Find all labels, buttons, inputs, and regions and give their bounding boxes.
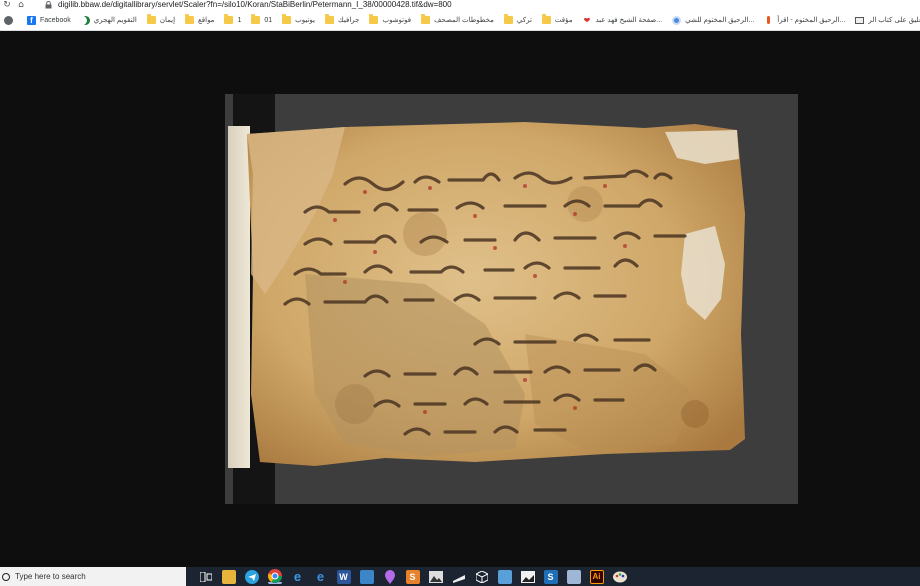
manuscript-image[interactable] — [225, 94, 798, 504]
bookmark-label: التعليق على كتاب الر... — [868, 17, 920, 24]
pin-icon — [764, 16, 773, 25]
bookmark-label: 1 — [237, 16, 242, 24]
folder-icon — [541, 14, 551, 25]
bookmark-label: 01 — [264, 16, 273, 24]
bookmarks-bar: f Facebook التقويم الهجري إيمان مواقع 1 … — [0, 10, 920, 31]
bookmark-folder-manuscripts[interactable]: مخطوطات المصحف — [421, 14, 494, 25]
3d-cube-icon[interactable] — [475, 570, 489, 584]
word-icon[interactable]: W — [336, 569, 351, 584]
bookmark-label: صفحة الشيخ فهد عبد... — [595, 17, 663, 24]
folder-icon — [421, 14, 431, 25]
taskbar-apps: e e W S S Ai — [194, 568, 631, 584]
folder-icon — [224, 14, 234, 25]
bookmark-folder-graphic[interactable]: جرافيك — [324, 14, 360, 25]
gallery-icon[interactable] — [520, 570, 535, 584]
bookmark-label: إيمان — [159, 17, 176, 24]
telegram-icon[interactable] — [244, 569, 259, 584]
site-icon — [672, 15, 682, 25]
manuscript-scan — [225, 94, 798, 504]
store-s-icon[interactable]: S — [543, 569, 558, 584]
folder-icon — [282, 14, 292, 25]
address-bar: ↻ ⌂ digilib.bbaw.de/digitallibrary/servl… — [0, 0, 920, 10]
folder-icon — [146, 14, 156, 25]
home-icon[interactable]: ⌂ — [14, 0, 28, 10]
bookmark-label: مؤقت — [554, 17, 573, 24]
url-field[interactable]: digilib.bbaw.de/digitallibrary/servlet/S… — [58, 0, 452, 10]
folder-icon — [324, 14, 334, 25]
windows-taskbar: Type here to search e e W S S Ai — [0, 567, 920, 586]
lock-icon[interactable] — [44, 1, 52, 9]
photos-icon[interactable] — [428, 570, 443, 584]
edge-icon[interactable]: e — [291, 569, 305, 584]
image-app-icon[interactable] — [566, 569, 581, 584]
bookmark-globe[interactable] — [4, 15, 17, 25]
monitor-icon[interactable] — [497, 569, 512, 584]
chrome-icon[interactable] — [267, 568, 282, 584]
bookmark-folder-01[interactable]: 01 — [251, 14, 273, 25]
maps-pin-icon[interactable] — [383, 569, 397, 584]
bookmark-label: التقويم الهجري — [93, 17, 137, 24]
bookmark-label: فوتوشوب — [382, 17, 412, 24]
search-placeholder: Type here to search — [15, 572, 86, 581]
bookmark-folder-temp[interactable]: مؤقت — [541, 14, 573, 25]
folder-icon — [503, 14, 513, 25]
bookmark-sheikh-page[interactable]: ❤ صفحة الشيخ فهد عبد... — [583, 15, 663, 25]
bookmark-commentary[interactable]: التعليق على كتاب الر... — [855, 16, 920, 25]
photo-viewer-icon[interactable] — [359, 569, 374, 584]
reload-icon[interactable]: ↻ — [0, 0, 14, 10]
globe-icon — [4, 15, 13, 25]
internet-explorer-icon[interactable]: e — [314, 569, 328, 584]
folder-icon — [369, 14, 379, 25]
scanner-icon[interactable] — [452, 570, 466, 584]
bookmark-facebook[interactable]: f Facebook — [27, 15, 71, 25]
snagit-icon[interactable]: S — [405, 569, 420, 584]
folder-icon — [185, 14, 195, 25]
book-icon — [855, 16, 865, 25]
crescent-icon — [81, 16, 90, 25]
image-viewer — [0, 32, 920, 567]
bookmark-label: الرحيق المختوم للشي... — [685, 17, 755, 24]
bookmark-folder-youtube[interactable]: يوتيوب — [282, 14, 315, 25]
paint-palette-icon[interactable] — [612, 570, 627, 584]
task-view-icon[interactable] — [199, 570, 213, 584]
bookmark-raheeq-1[interactable]: الرحيق المختوم للشي... — [672, 15, 755, 25]
folder-icon — [251, 14, 261, 25]
bookmark-label: مواقع — [198, 17, 215, 24]
bookmark-label: تركي — [516, 17, 532, 24]
bookmark-label: جرافيك — [337, 17, 360, 24]
taskbar-search[interactable]: Type here to search — [0, 567, 186, 586]
bookmark-label: مخطوطات المصحف — [434, 17, 494, 24]
bookmark-raheeq-2[interactable]: الرحيق المختوم - اقرأ... — [764, 16, 845, 25]
search-icon — [2, 572, 10, 581]
heart-icon: ❤ — [583, 15, 591, 25]
bookmark-hijri-calendar[interactable]: التقويم الهجري — [81, 16, 137, 25]
bookmark-folder-1[interactable]: 1 — [224, 14, 242, 25]
bookmark-label: الرحيق المختوم - اقرأ... — [777, 17, 846, 24]
bookmark-folder-iman[interactable]: إيمان — [146, 14, 176, 25]
bookmark-folder-sites[interactable]: مواقع — [185, 14, 215, 25]
illustrator-icon[interactable]: Ai — [589, 569, 604, 584]
facebook-icon: f — [27, 15, 36, 25]
bookmark-label: يوتيوب — [295, 17, 315, 24]
bookmark-label: Facebook — [40, 16, 71, 24]
file-explorer-icon[interactable] — [221, 569, 236, 584]
bookmark-folder-turki[interactable]: تركي — [503, 14, 532, 25]
bookmark-folder-photoshop[interactable]: فوتوشوب — [369, 14, 412, 25]
